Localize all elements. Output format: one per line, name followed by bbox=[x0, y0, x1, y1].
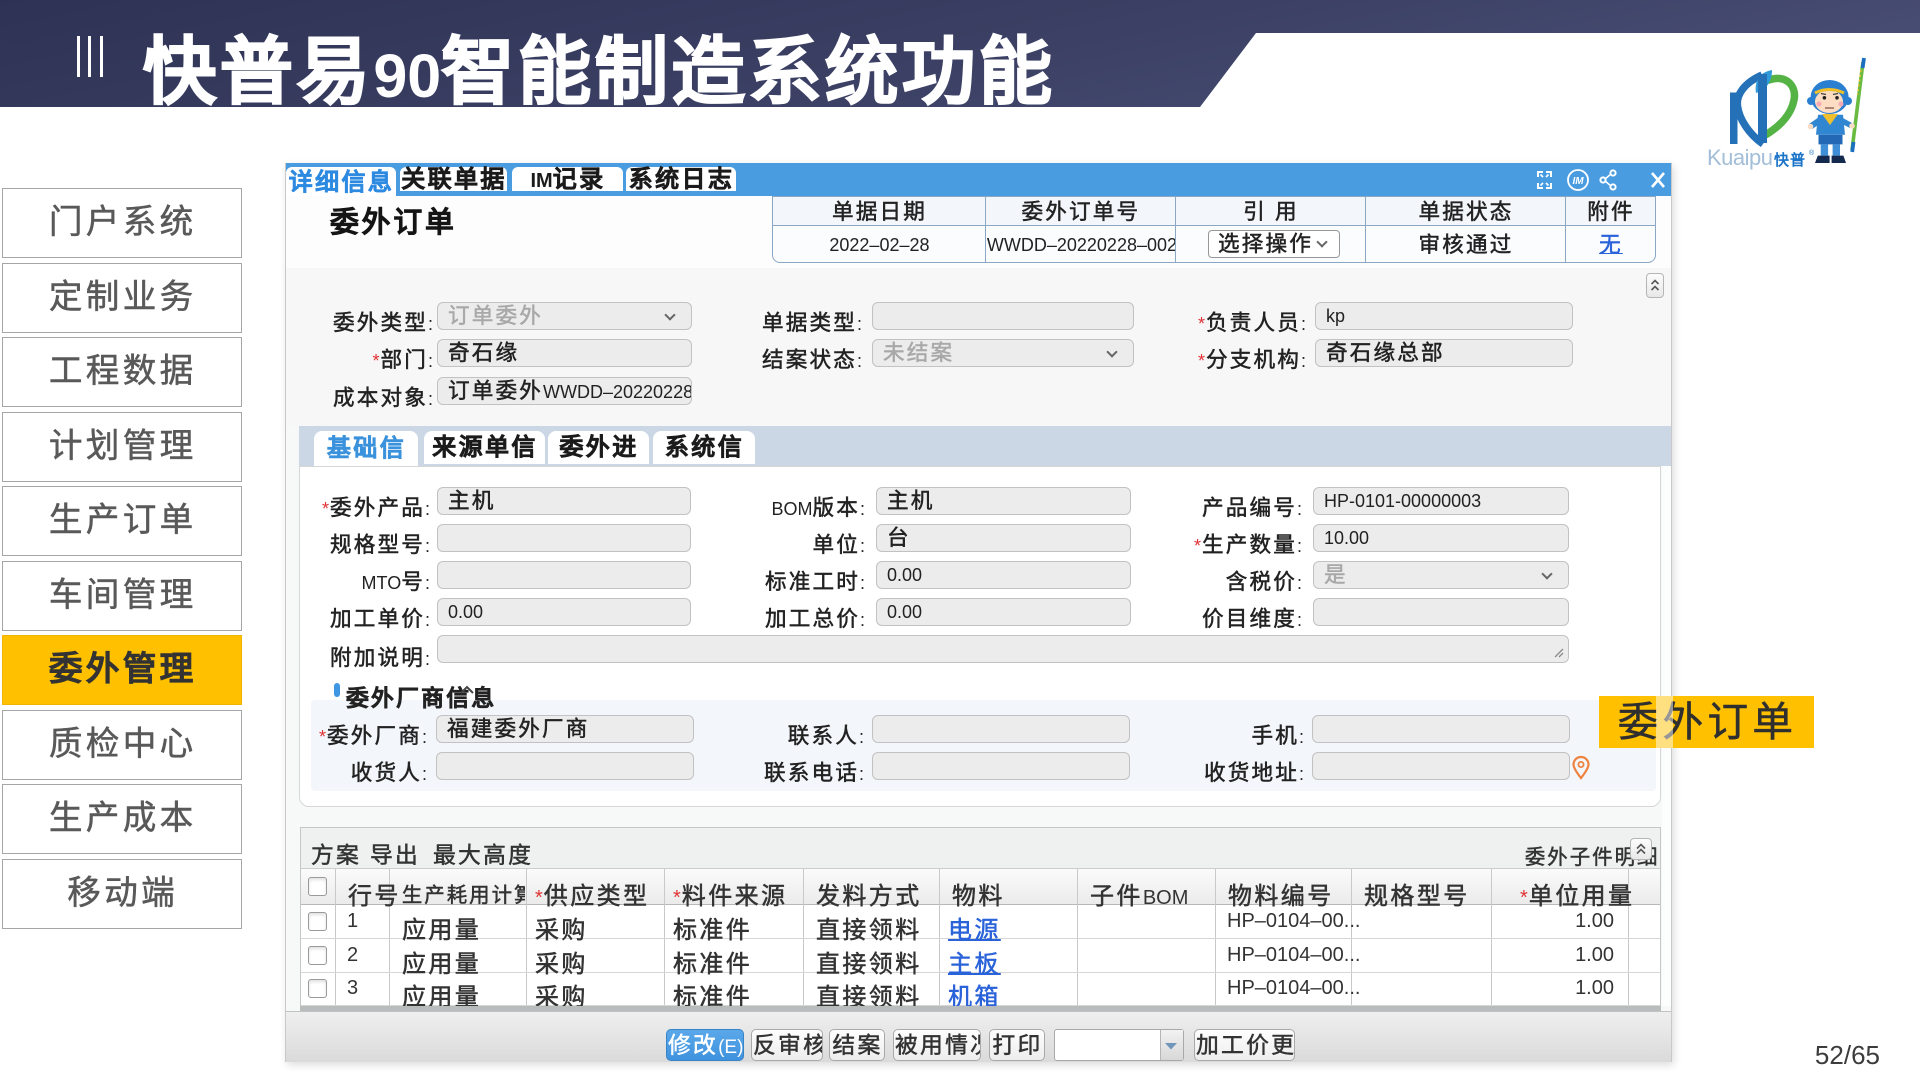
svg-text:快普: 快普 bbox=[1774, 151, 1806, 169]
svg-text:®: ® bbox=[1809, 149, 1815, 157]
svg-text:IM: IM bbox=[1572, 176, 1584, 187]
svg-text:Kuaipu: Kuaipu bbox=[1707, 145, 1773, 170]
